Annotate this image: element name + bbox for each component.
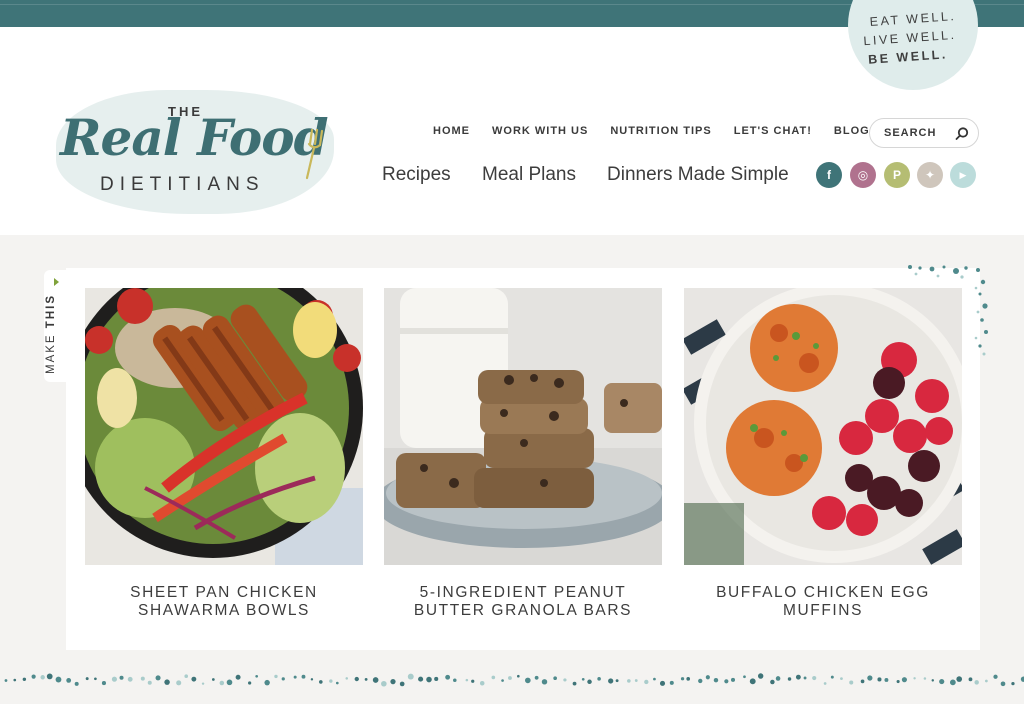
recipe-image-shawarma[interactable]	[85, 288, 363, 565]
search-icon[interactable]	[954, 126, 970, 142]
make-this-bold: THIS	[45, 294, 57, 329]
recipe-title-line-1[interactable]: 5-INGREDIENT PEANUT	[384, 584, 662, 602]
fork-icon	[305, 128, 324, 180]
search-input[interactable]	[884, 127, 954, 139]
nav-dinners-made-simple[interactable]: Dinners Made Simple	[607, 164, 789, 186]
site-logo[interactable]: THE Real Food DIETITIANS	[50, 86, 340, 218]
pinterest-icon[interactable]: P	[884, 162, 910, 188]
nav-home[interactable]: HOME	[433, 125, 470, 137]
recipe-title-line-1[interactable]: SHEET PAN CHICKEN	[85, 584, 363, 602]
recipe-title-line-1[interactable]: BUFFALO CHICKEN EGG	[684, 584, 962, 602]
recipe-card[interactable]: BUFFALO CHICKEN EGG MUFFINS	[684, 288, 962, 620]
recipe-title[interactable]: SHEET PAN CHICKEN SHAWARMA BOWLS	[85, 584, 363, 620]
top-navigation: HOME WORK WITH US NUTRITION TIPS LET'S C…	[433, 125, 892, 137]
nav-work-with-us[interactable]: WORK WITH US	[492, 125, 588, 137]
nav-blog[interactable]: BLOG	[834, 125, 870, 137]
logo-main-text: Real Food	[60, 108, 329, 167]
make-this-label: MAKE THIS	[45, 294, 57, 374]
recipe-card[interactable]: 5-INGREDIENT PEANUT BUTTER GRANOLA BARS	[384, 288, 662, 620]
chevron-right-icon	[54, 278, 59, 286]
recipe-title[interactable]: BUFFALO CHICKEN EGG MUFFINS	[684, 584, 962, 620]
recipe-image-granola-bars[interactable]	[384, 288, 662, 565]
recipe-title-line-2[interactable]: SHAWARMA BOWLS	[85, 602, 363, 620]
recipe-image-egg-muffins[interactable]	[684, 288, 962, 565]
nav-recipes[interactable]: Recipes	[382, 164, 451, 186]
nav-nutrition-tips[interactable]: NUTRITION TIPS	[610, 125, 711, 137]
nav-lets-chat[interactable]: LET'S CHAT!	[734, 125, 812, 137]
search-box	[869, 118, 979, 148]
recipe-title[interactable]: 5-INGREDIENT PEANUT BUTTER GRANOLA BARS	[384, 584, 662, 620]
recipe-title-line-2[interactable]: BUTTER GRANOLA BARS	[384, 602, 662, 620]
twitter-icon[interactable]: ✦	[917, 162, 943, 188]
make-this-tab: MAKE THIS	[44, 270, 70, 382]
youtube-icon[interactable]: ▶	[950, 162, 976, 188]
instagram-icon[interactable]: ◎	[850, 162, 876, 188]
recipe-title-line-2[interactable]: MUFFINS	[684, 602, 962, 620]
decorative-dots-border	[4, 673, 1024, 687]
nav-meal-plans[interactable]: Meal Plans	[482, 164, 576, 186]
recipe-card[interactable]: SHEET PAN CHICKEN SHAWARMA BOWLS	[85, 288, 363, 620]
logo-subtitle: DIETITIANS	[100, 174, 265, 195]
make-this-prefix: MAKE	[45, 333, 57, 374]
tagline-badge: EAT WELL. LIVE WELL. BE WELL.	[848, 0, 978, 90]
facebook-icon[interactable]: f	[816, 162, 842, 188]
